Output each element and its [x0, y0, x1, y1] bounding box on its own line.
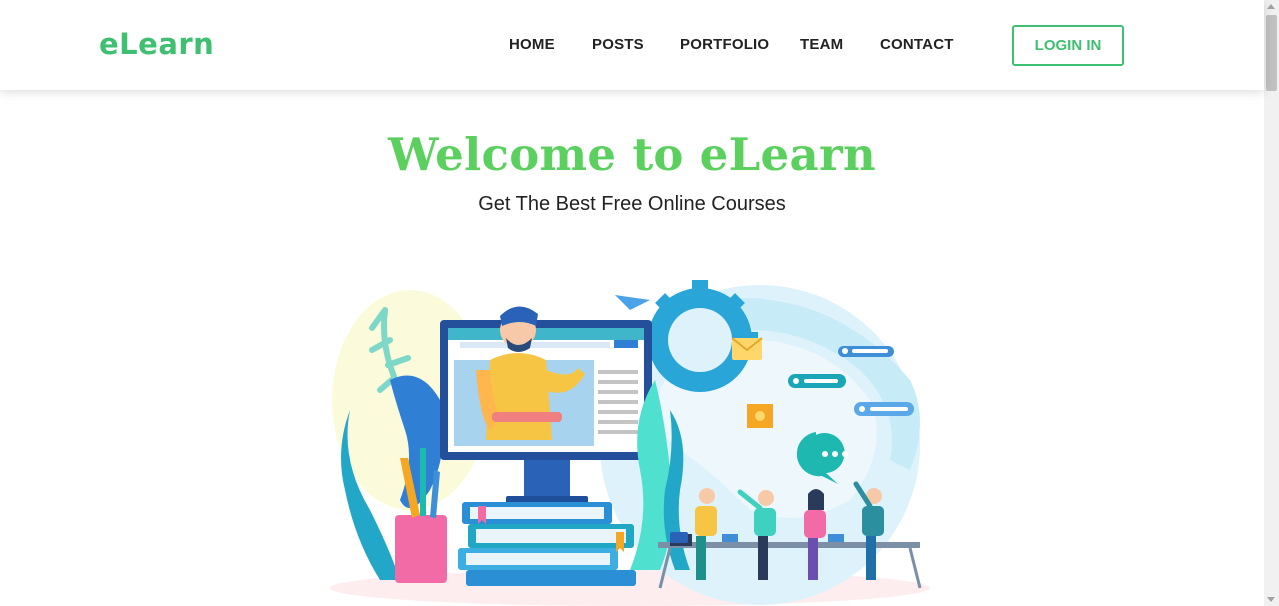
scroll-up-arrow-icon[interactable] [1267, 4, 1275, 9]
scroll-down-arrow-icon[interactable] [1267, 597, 1275, 602]
top-navbar: eLearn HOME POSTS PORTFOLIO TEAM CONTACT… [0, 0, 1264, 90]
elearning-illustration [330, 280, 930, 606]
nav-link-home[interactable]: HOME [509, 36, 555, 53]
login-button[interactable]: LOGIN IN [1012, 25, 1124, 66]
nav-link-portfolio[interactable]: PORTFOLIO [680, 36, 769, 53]
nav-link-contact[interactable]: CONTACT [880, 36, 954, 53]
hero-subtitle: Get The Best Free Online Courses [478, 193, 786, 215]
scrollbar-thumb[interactable] [1266, 15, 1277, 91]
nav-link-team[interactable]: TEAM [800, 36, 843, 53]
vertical-scrollbar[interactable] [1264, 0, 1279, 606]
nav-link-posts[interactable]: POSTS [592, 36, 644, 53]
hero-title: Welcome to eLearn [388, 128, 876, 181]
